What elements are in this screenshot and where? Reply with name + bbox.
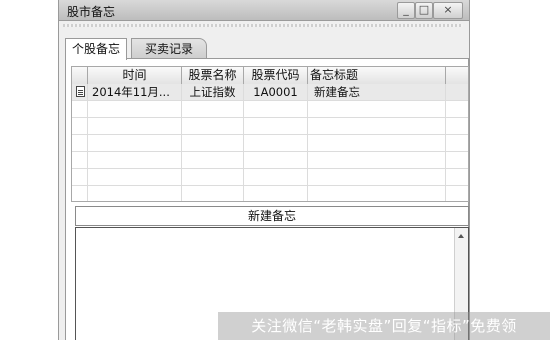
stock-memo-window: 股市备忘 _ □ × 个股备忘 买卖记录 时间 股票名称 股票代码 备忘标题 2… bbox=[58, 0, 470, 340]
table-row[interactable]: 2014年11月... 上证指数 1A0001 新建备忘 bbox=[72, 84, 468, 101]
table-row bbox=[72, 169, 468, 186]
cell-time: 2014年11月... bbox=[88, 84, 182, 100]
tab-trade-records[interactable]: 买卖记录 bbox=[131, 38, 207, 59]
table-row bbox=[72, 118, 468, 135]
header-memo-title[interactable]: 备忘标题 bbox=[308, 67, 446, 84]
table-row bbox=[72, 152, 468, 169]
header-time[interactable]: 时间 bbox=[88, 67, 182, 84]
close-button[interactable]: × bbox=[433, 2, 463, 19]
document-icon bbox=[76, 86, 85, 97]
table-row bbox=[72, 135, 468, 152]
cell-memo-title: 新建备忘 bbox=[308, 84, 446, 100]
title-bar: 股市备忘 _ □ × bbox=[59, 0, 469, 21]
row-icon-cell bbox=[72, 84, 88, 100]
minimize-button[interactable]: _ bbox=[397, 2, 415, 19]
toolbar-divider bbox=[63, 24, 463, 27]
maximize-button[interactable]: □ bbox=[415, 2, 433, 19]
memo-title-field[interactable]: 新建备忘 bbox=[75, 206, 469, 226]
header-stock-name[interactable]: 股票名称 bbox=[182, 67, 244, 84]
header-icon-col bbox=[72, 67, 88, 84]
header-filler bbox=[446, 67, 468, 84]
memo-table: 时间 股票名称 股票代码 备忘标题 2014年11月... 上证指数 1A000… bbox=[71, 66, 469, 202]
cell-stock-name: 上证指数 bbox=[182, 84, 244, 100]
header-stock-code[interactable]: 股票代码 bbox=[244, 67, 308, 84]
table-row bbox=[72, 101, 468, 118]
table-row bbox=[72, 186, 468, 201]
window-title: 股市备忘 bbox=[67, 5, 116, 19]
table-header: 时间 股票名称 股票代码 备忘标题 bbox=[72, 67, 468, 85]
cell-stock-code: 1A0001 bbox=[244, 84, 308, 100]
tab-stock-memo[interactable]: 个股备忘 bbox=[65, 38, 127, 60]
scroll-up-arrow-icon[interactable] bbox=[458, 234, 464, 238]
watermark-banner: 关注微信“老韩实盘”回复“指标”免费领 bbox=[218, 312, 550, 340]
